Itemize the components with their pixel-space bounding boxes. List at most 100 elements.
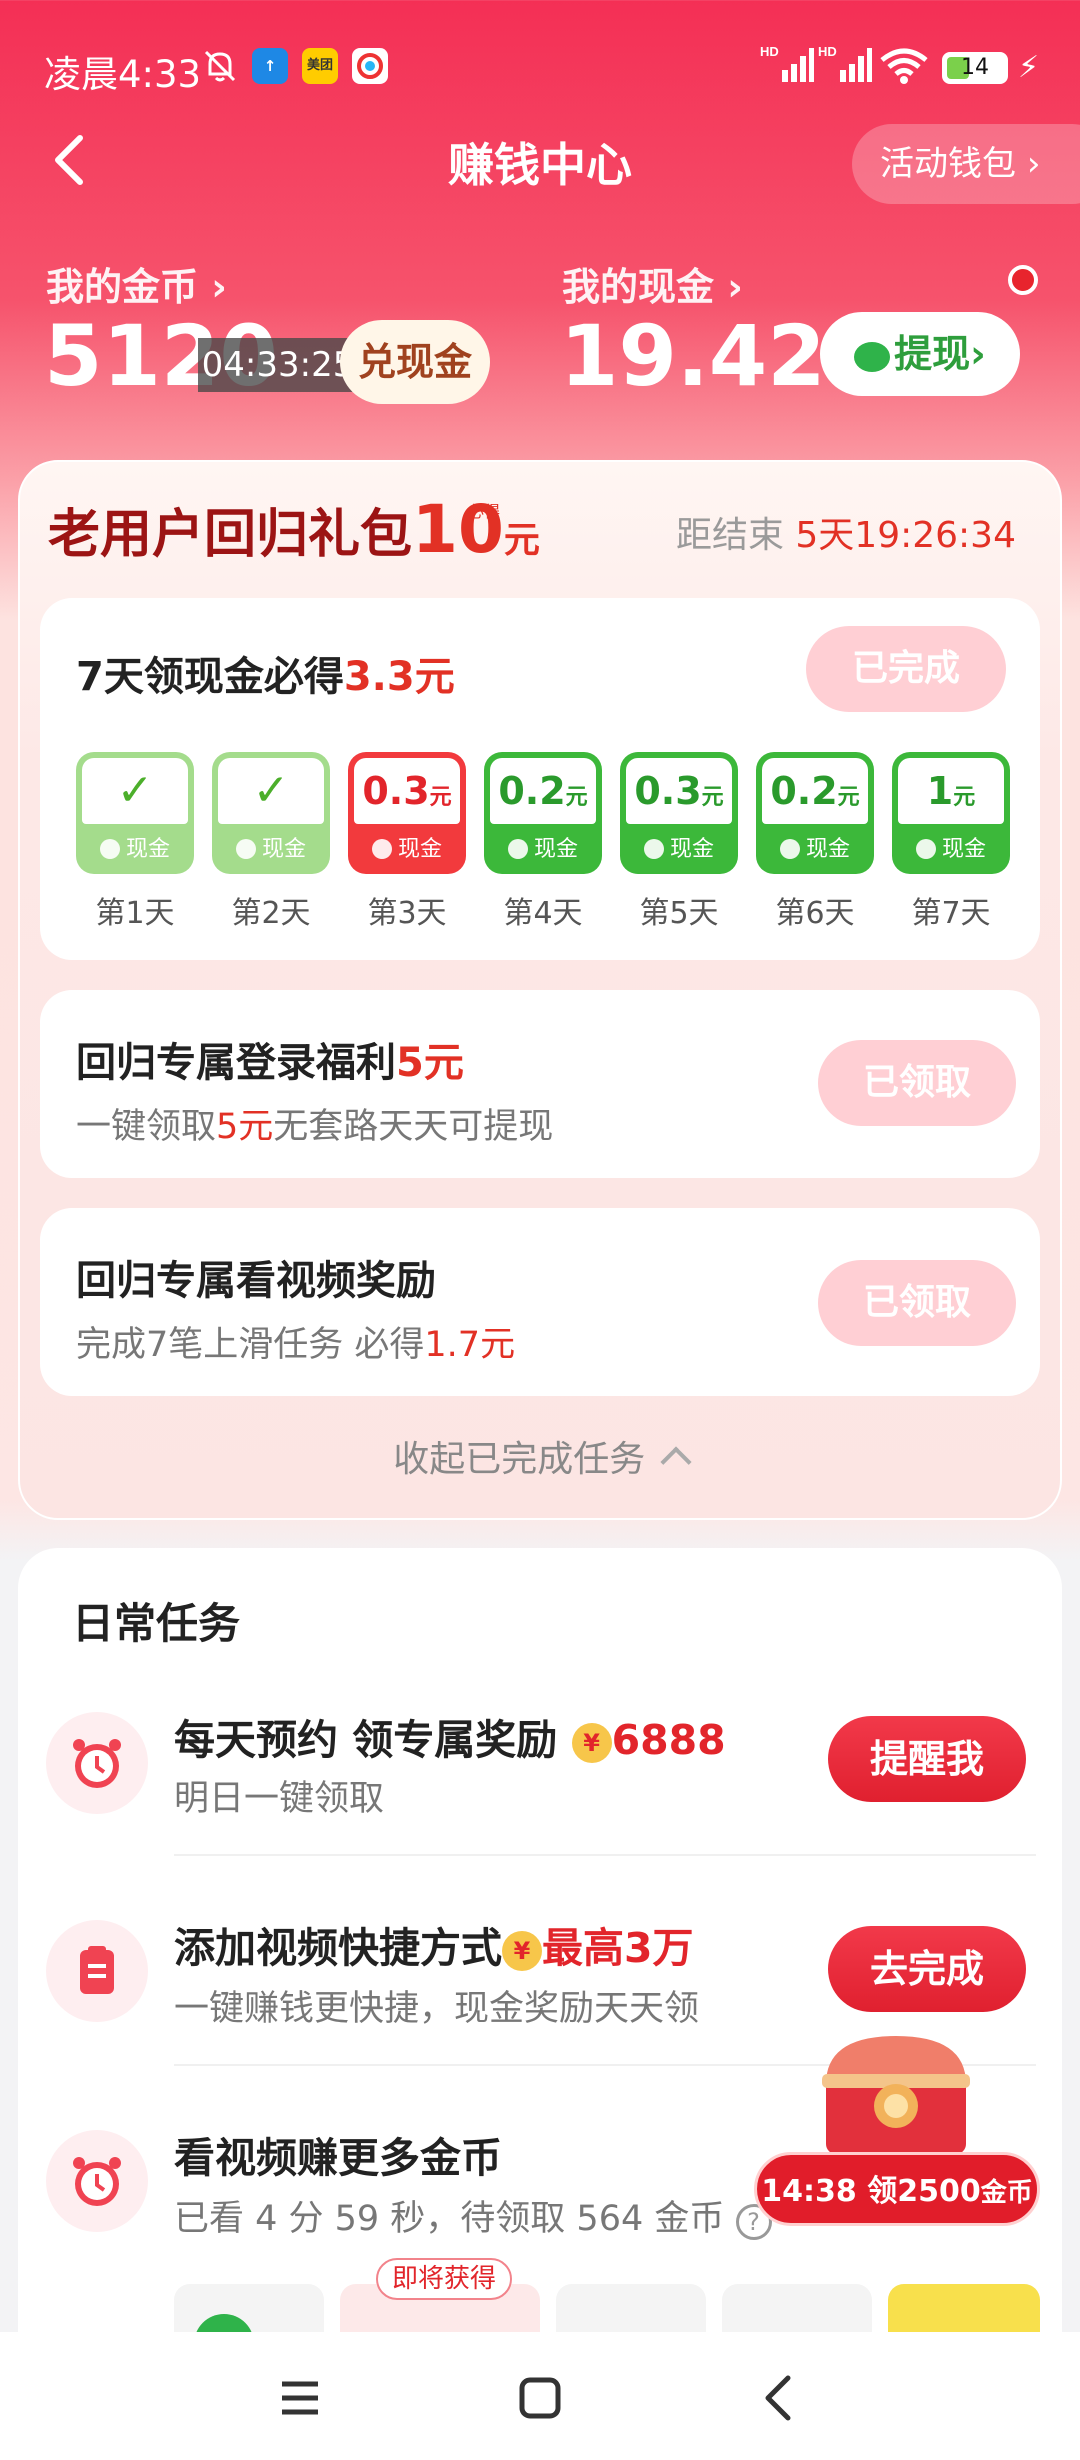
day-reward: 0.3元 <box>354 758 460 824</box>
menu-icon[interactable] <box>260 2358 340 2438</box>
day-label: 第2天 <box>231 896 311 931</box>
exchange-cash-button[interactable]: 兑现金 <box>340 320 490 404</box>
task-shortcut-reward: 最高3万 <box>542 1924 694 1972</box>
day-value: 0.2 <box>498 769 566 813</box>
cash-text: 现金 <box>397 837 442 862</box>
day-cash-label: 现金 <box>76 830 194 870</box>
day-card-7: 1元现金 <box>892 752 1010 874</box>
cash-text: 现金 <box>261 837 306 862</box>
cash-amount: 19.42 <box>560 307 826 405</box>
signal-icon-2: HD <box>818 44 872 82</box>
activity-wallet-button[interactable]: 活动钱包 › <box>852 124 1080 204</box>
seven-day-title: 7天领现金必得3.3元 <box>76 644 455 702</box>
my-cash-link[interactable]: 我的现金 › <box>562 256 743 311</box>
return-gift-unit: 元 <box>503 520 540 561</box>
cash-text: 现金 <box>669 837 714 862</box>
day-card-3: 0.3元现金 <box>348 752 466 874</box>
chevron-right-icon: › <box>211 265 227 309</box>
day-cash-label: 现金 <box>756 830 874 870</box>
day-label: 第5天 <box>639 896 719 931</box>
video-reward-subtitle: 完成7笔上滑任务 必得1.7元 <box>76 1316 515 1367</box>
remind-me-button[interactable]: 提醒我 <box>828 1716 1026 1802</box>
day-label: 第6天 <box>775 896 855 931</box>
return-gift-title: 老用户回归礼包10元 <box>48 490 540 581</box>
treasure-chest-icon[interactable] <box>812 2028 980 2156</box>
back-nav-icon[interactable] <box>740 2358 820 2438</box>
withdraw-label: 提现 <box>894 332 971 376</box>
task-reserve-reward: 6888 <box>611 1716 726 1764</box>
day-reward: 1元 <box>898 758 1004 824</box>
login-sub-prefix: 一键领取 <box>76 1107 217 1147</box>
login-welfare-subtitle: 一键领取5元无套路天天可提现 <box>76 1098 553 1149</box>
coin-icon: ¥ <box>502 1931 542 1971</box>
login-sub-suffix: 无套路天天可提现 <box>273 1107 554 1147</box>
day-unit: 元 <box>837 785 860 810</box>
video-sub-prefix: 完成7笔上滑任务 必得 <box>76 1325 425 1365</box>
home-icon[interactable] <box>500 2358 580 2438</box>
day-label: 第1天 <box>95 896 175 931</box>
wechat-icon <box>854 341 891 372</box>
collapse-label: 收起已完成任务 <box>393 1439 646 1480</box>
claimed-button-2[interactable]: 已领取 <box>818 1260 1016 1346</box>
floating-reward-button[interactable]: 14:38 领2500金币 <box>754 2152 1040 2226</box>
chevron-right-icon: › <box>1026 144 1041 184</box>
day-value: 0.3 <box>362 769 430 813</box>
countdown: 距结束 5天19:26:34 <box>676 506 1016 558</box>
go-complete-button[interactable]: 去完成 <box>828 1926 1026 2012</box>
day-reward: ✓ <box>218 758 324 824</box>
task-watch-subtitle: 已看 4 分 59 秒，待领取 564 金币 ? <box>174 2190 772 2241</box>
day-value: 0.2 <box>770 769 838 813</box>
day-cash-label: 现金 <box>348 830 466 870</box>
status-bar: 凌晨4:33 ↑ 美团 HD HD 14 ⚡ <box>0 0 1080 130</box>
meituan-icon: 美团 <box>302 48 338 84</box>
svg-text:HD: HD <box>760 44 779 59</box>
cash-text: 现金 <box>941 837 986 862</box>
float-time: 14:38 <box>761 2174 857 2209</box>
app-icon-colorful <box>352 48 388 84</box>
day-cash-label: 现金 <box>620 830 738 870</box>
day-value: 0.3 <box>634 769 702 813</box>
day-cash-label: 现金 <box>212 830 330 870</box>
wallet-icon <box>507 839 528 859</box>
battery-level: 14 <box>961 55 989 80</box>
guaranteed-label: 必得 <box>468 502 501 521</box>
login-welfare-amount: 5元 <box>396 1040 464 1086</box>
day-label: 第4天 <box>503 896 583 931</box>
chevron-right-icon: › <box>727 265 743 309</box>
notification-dot <box>1008 265 1038 295</box>
wallet-icon <box>371 839 392 859</box>
alarm-clock-icon-2 <box>46 2130 148 2232</box>
daily-tasks-heading: 日常任务 <box>72 1599 241 1648</box>
task-shortcut-subtitle: 一键赚钱更快捷，现金奖励天天领 <box>174 1989 700 2029</box>
signal-icon: HD <box>760 44 814 82</box>
wallet-icon <box>915 839 936 859</box>
day-reward: 0.2元 <box>490 758 596 824</box>
my-coins-link[interactable]: 我的金币 › <box>46 256 227 311</box>
countdown-prefix: 距结束 <box>675 515 784 556</box>
login-sub-amount: 5元 <box>216 1107 274 1147</box>
task-watch-subtitle-text: 已看 4 分 59 秒，待领取 564 金币 <box>174 2199 725 2239</box>
chevron-up-icon <box>660 1446 692 1478</box>
collapse-completed-button[interactable]: 收起已完成任务 <box>0 1430 1080 1482</box>
day-reward: 0.3元 <box>626 758 732 824</box>
cash-text: 现金 <box>125 837 170 862</box>
countdown-value: 5天19:26:34 <box>795 515 1016 556</box>
day-unit: 元 <box>565 785 588 810</box>
claimed-button[interactable]: 已领取 <box>818 1040 1016 1126</box>
completed-button[interactable]: 已完成 <box>806 626 1006 712</box>
return-gift-title-text: 老用户回归礼包 <box>48 505 413 565</box>
seven-day-title-prefix: 7天领现金必得 <box>76 654 344 700</box>
day-value: 1 <box>926 769 954 813</box>
login-welfare-title: 回归专属登录福利5元 <box>76 1030 464 1088</box>
checkmark-icon: ✓ <box>116 765 154 816</box>
day-card-1: ✓ 现金 <box>76 752 194 874</box>
chevron-right-icon: › <box>970 332 986 376</box>
task-reserve-title: 每天预约 领专属奖励 ¥6888 <box>174 1706 726 1766</box>
withdraw-button[interactable]: 提现› <box>820 312 1020 396</box>
alarm-clock-icon <box>46 1712 148 1814</box>
day-card-5: 0.3元现金 <box>620 752 738 874</box>
mute-bell-icon <box>204 50 236 82</box>
task-watch-title: 看视频赚更多金币 <box>174 2134 502 2182</box>
svg-text:HD: HD <box>818 44 837 59</box>
day-card-6: 0.2元现金 <box>756 752 874 874</box>
